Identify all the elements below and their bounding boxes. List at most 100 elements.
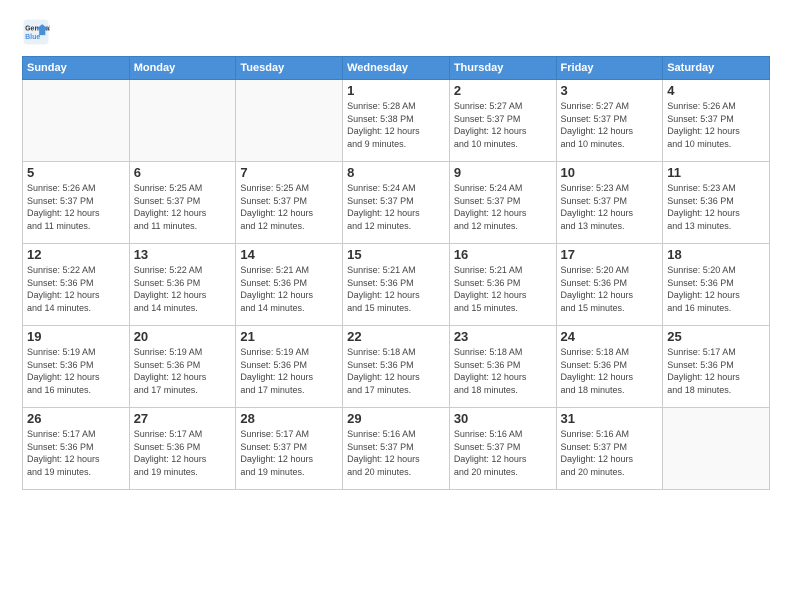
day-info: Sunrise: 5:22 AM Sunset: 5:36 PM Dayligh… — [134, 264, 232, 314]
day-number: 27 — [134, 411, 232, 426]
calendar-cell: 24 Sunrise: 5:18 AM Sunset: 5:36 PM Dayli… — [556, 326, 663, 408]
day-number: 19 — [27, 329, 125, 344]
day-number: 24 — [561, 329, 659, 344]
day-info: Sunrise: 5:21 AM Sunset: 5:36 PM Dayligh… — [454, 264, 552, 314]
header-thursday: Thursday — [449, 57, 556, 80]
calendar-cell: 20 Sunrise: 5:19 AM Sunset: 5:36 PM Dayli… — [129, 326, 236, 408]
calendar-cell: 7 Sunrise: 5:25 AM Sunset: 5:37 PM Daylig… — [236, 162, 343, 244]
day-number: 8 — [347, 165, 445, 180]
calendar-cell: 30 Sunrise: 5:16 AM Sunset: 5:37 PM Dayli… — [449, 408, 556, 490]
calendar-cell — [663, 408, 770, 490]
day-info: Sunrise: 5:21 AM Sunset: 5:36 PM Dayligh… — [240, 264, 338, 314]
day-number: 15 — [347, 247, 445, 262]
calendar-cell: 4Sunrise: 5:26 AM Sunset: 5:37 PM Daylig… — [663, 80, 770, 162]
day-info: Sunrise: 5:27 AM Sunset: 5:37 PM Dayligh… — [561, 100, 659, 150]
calendar-week-row: 19 Sunrise: 5:19 AM Sunset: 5:36 PM Dayli… — [23, 326, 770, 408]
day-info: Sunrise: 5:17 AM Sunset: 5:36 PM Dayligh… — [134, 428, 232, 478]
day-number: 28 — [240, 411, 338, 426]
day-info: Sunrise: 5:18 AM Sunset: 5:36 PM Dayligh… — [347, 346, 445, 396]
day-number: 18 — [667, 247, 765, 262]
logo-icon: General Blue — [22, 18, 50, 46]
day-number: 12 — [27, 247, 125, 262]
day-number: 10 — [561, 165, 659, 180]
calendar-cell: 6 Sunrise: 5:25 AM Sunset: 5:37 PM Daylig… — [129, 162, 236, 244]
day-info: Sunrise: 5:26 AM Sunset: 5:37 PM Dayligh… — [27, 182, 125, 232]
calendar-cell: 8 Sunrise: 5:24 AM Sunset: 5:37 PM Daylig… — [343, 162, 450, 244]
day-info: Sunrise: 5:25 AM Sunset: 5:37 PM Dayligh… — [134, 182, 232, 232]
calendar-cell: 31Sunrise: 5:16 AM Sunset: 5:37 PM Dayli… — [556, 408, 663, 490]
calendar-cell: 9Sunrise: 5:24 AM Sunset: 5:37 PM Daylig… — [449, 162, 556, 244]
calendar-cell: 12 Sunrise: 5:22 AM Sunset: 5:36 PM Dayli… — [23, 244, 130, 326]
calendar-week-row: 12 Sunrise: 5:22 AM Sunset: 5:36 PM Dayli… — [23, 244, 770, 326]
calendar-cell — [236, 80, 343, 162]
calendar-cell — [23, 80, 130, 162]
logo: General Blue — [22, 18, 50, 46]
calendar-cell: 27 Sunrise: 5:17 AM Sunset: 5:36 PM Dayli… — [129, 408, 236, 490]
weekday-header-row: Sunday Monday Tuesday Wednesday Thursday… — [23, 57, 770, 80]
calendar-cell: 21 Sunrise: 5:19 AM Sunset: 5:36 PM Dayli… — [236, 326, 343, 408]
day-number: 29 — [347, 411, 445, 426]
calendar-cell: 25Sunrise: 5:17 AM Sunset: 5:36 PM Dayli… — [663, 326, 770, 408]
day-number: 6 — [134, 165, 232, 180]
day-info: Sunrise: 5:28 AM Sunset: 5:38 PM Dayligh… — [347, 100, 445, 150]
day-info: Sunrise: 5:23 AM Sunset: 5:37 PM Dayligh… — [561, 182, 659, 232]
day-number: 16 — [454, 247, 552, 262]
header-monday: Monday — [129, 57, 236, 80]
calendar-page: General Blue Sunday Monday Tuesday Wedne… — [0, 0, 792, 612]
calendar-cell: 2 Sunrise: 5:27 AM Sunset: 5:37 PM Daylig… — [449, 80, 556, 162]
day-info: Sunrise: 5:20 AM Sunset: 5:36 PM Dayligh… — [561, 264, 659, 314]
calendar-week-row: 26Sunrise: 5:17 AM Sunset: 5:36 PM Dayli… — [23, 408, 770, 490]
svg-text:General: General — [25, 25, 50, 32]
day-number: 31 — [561, 411, 659, 426]
calendar-cell: 10 Sunrise: 5:23 AM Sunset: 5:37 PM Dayli… — [556, 162, 663, 244]
day-number: 1 — [347, 83, 445, 98]
day-info: Sunrise: 5:19 AM Sunset: 5:36 PM Dayligh… — [134, 346, 232, 396]
day-info: Sunrise: 5:20 AM Sunset: 5:36 PM Dayligh… — [667, 264, 765, 314]
calendar-cell: 26Sunrise: 5:17 AM Sunset: 5:36 PM Dayli… — [23, 408, 130, 490]
day-number: 2 — [454, 83, 552, 98]
header-friday: Friday — [556, 57, 663, 80]
day-info: Sunrise: 5:17 AM Sunset: 5:36 PM Dayligh… — [27, 428, 125, 478]
day-number: 21 — [240, 329, 338, 344]
day-info: Sunrise: 5:16 AM Sunset: 5:37 PM Dayligh… — [454, 428, 552, 478]
svg-text:Blue: Blue — [25, 34, 40, 41]
day-info: Sunrise: 5:18 AM Sunset: 5:36 PM Dayligh… — [454, 346, 552, 396]
day-info: Sunrise: 5:22 AM Sunset: 5:36 PM Dayligh… — [27, 264, 125, 314]
day-number: 7 — [240, 165, 338, 180]
calendar-cell: 29 Sunrise: 5:16 AM Sunset: 5:37 PM Dayli… — [343, 408, 450, 490]
calendar-cell — [129, 80, 236, 162]
header-sunday: Sunday — [23, 57, 130, 80]
day-info: Sunrise: 5:16 AM Sunset: 5:37 PM Dayligh… — [347, 428, 445, 478]
day-info: Sunrise: 5:23 AM Sunset: 5:36 PM Dayligh… — [667, 182, 765, 232]
calendar-cell: 5 Sunrise: 5:26 AM Sunset: 5:37 PM Daylig… — [23, 162, 130, 244]
day-number: 5 — [27, 165, 125, 180]
calendar-cell: 19 Sunrise: 5:19 AM Sunset: 5:36 PM Dayli… — [23, 326, 130, 408]
calendar-cell: 13Sunrise: 5:22 AM Sunset: 5:36 PM Dayli… — [129, 244, 236, 326]
header-tuesday: Tuesday — [236, 57, 343, 80]
day-info: Sunrise: 5:17 AM Sunset: 5:37 PM Dayligh… — [240, 428, 338, 478]
calendar-cell: 11 Sunrise: 5:23 AM Sunset: 5:36 PM Dayli… — [663, 162, 770, 244]
day-number: 20 — [134, 329, 232, 344]
calendar-cell: 16 Sunrise: 5:21 AM Sunset: 5:36 PM Dayli… — [449, 244, 556, 326]
day-info: Sunrise: 5:25 AM Sunset: 5:37 PM Dayligh… — [240, 182, 338, 232]
calendar-table: Sunday Monday Tuesday Wednesday Thursday… — [22, 56, 770, 490]
day-number: 4 — [667, 83, 765, 98]
calendar-cell: 28 Sunrise: 5:17 AM Sunset: 5:37 PM Dayli… — [236, 408, 343, 490]
calendar-cell: 22 Sunrise: 5:18 AM Sunset: 5:36 PM Dayli… — [343, 326, 450, 408]
day-info: Sunrise: 5:19 AM Sunset: 5:36 PM Dayligh… — [240, 346, 338, 396]
day-info: Sunrise: 5:19 AM Sunset: 5:36 PM Dayligh… — [27, 346, 125, 396]
calendar-cell: 23 Sunrise: 5:18 AM Sunset: 5:36 PM Dayli… — [449, 326, 556, 408]
day-info: Sunrise: 5:18 AM Sunset: 5:36 PM Dayligh… — [561, 346, 659, 396]
day-info: Sunrise: 5:27 AM Sunset: 5:37 PM Dayligh… — [454, 100, 552, 150]
calendar-cell: 14Sunrise: 5:21 AM Sunset: 5:36 PM Dayli… — [236, 244, 343, 326]
day-number: 22 — [347, 329, 445, 344]
day-number: 23 — [454, 329, 552, 344]
day-number: 11 — [667, 165, 765, 180]
day-info: Sunrise: 5:24 AM Sunset: 5:37 PM Dayligh… — [347, 182, 445, 232]
calendar-week-row: 5 Sunrise: 5:26 AM Sunset: 5:37 PM Daylig… — [23, 162, 770, 244]
calendar-cell: 1 Sunrise: 5:28 AM Sunset: 5:38 PM Daylig… — [343, 80, 450, 162]
day-number: 3 — [561, 83, 659, 98]
calendar-week-row: 1 Sunrise: 5:28 AM Sunset: 5:38 PM Daylig… — [23, 80, 770, 162]
day-number: 17 — [561, 247, 659, 262]
day-number: 30 — [454, 411, 552, 426]
